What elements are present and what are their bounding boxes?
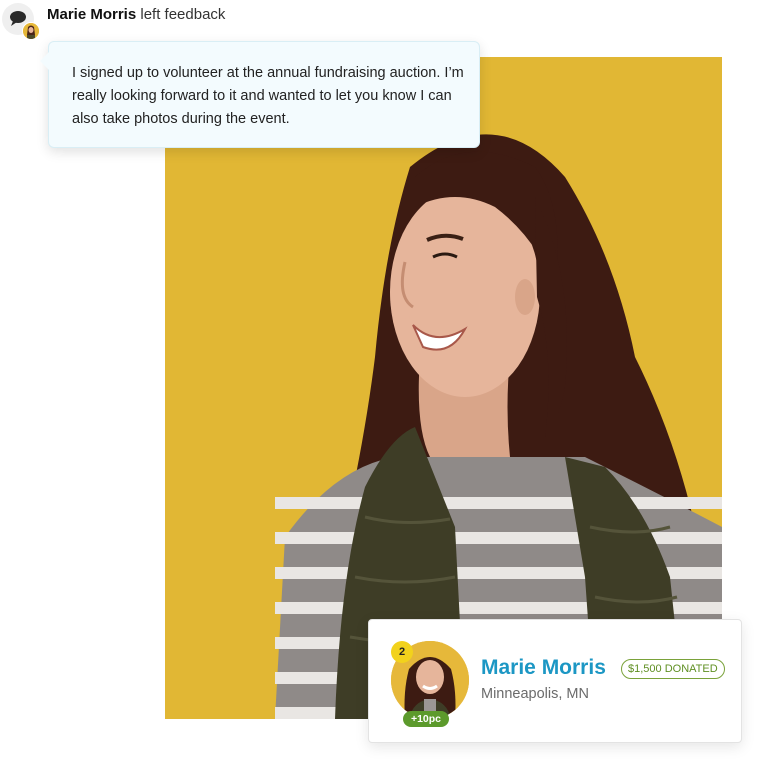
feedback-title: Marie Morris left feedback (47, 6, 225, 23)
feedback-message-text: I signed up to volunteer at the annual f… (72, 65, 464, 127)
feedback-message-bubble: I signed up to volunteer at the annual f… (40, 41, 480, 148)
volunteer-profile-card[interactable]: 2 +10pc Marie Morris $1,500 DONATED Minn… (368, 619, 742, 743)
points-badge: +10pc (403, 711, 449, 727)
profile-name-link[interactable]: Marie Morris (481, 656, 606, 680)
profile-location: Minneapolis, MN (481, 686, 589, 702)
feedback-action-text: left feedback (140, 6, 226, 23)
author-name-link[interactable]: Marie Morris (47, 6, 136, 23)
donated-amount-badge: $1,500 DONATED (621, 659, 725, 679)
rank-badge: 2 (391, 641, 413, 663)
author-avatar[interactable] (22, 22, 40, 40)
